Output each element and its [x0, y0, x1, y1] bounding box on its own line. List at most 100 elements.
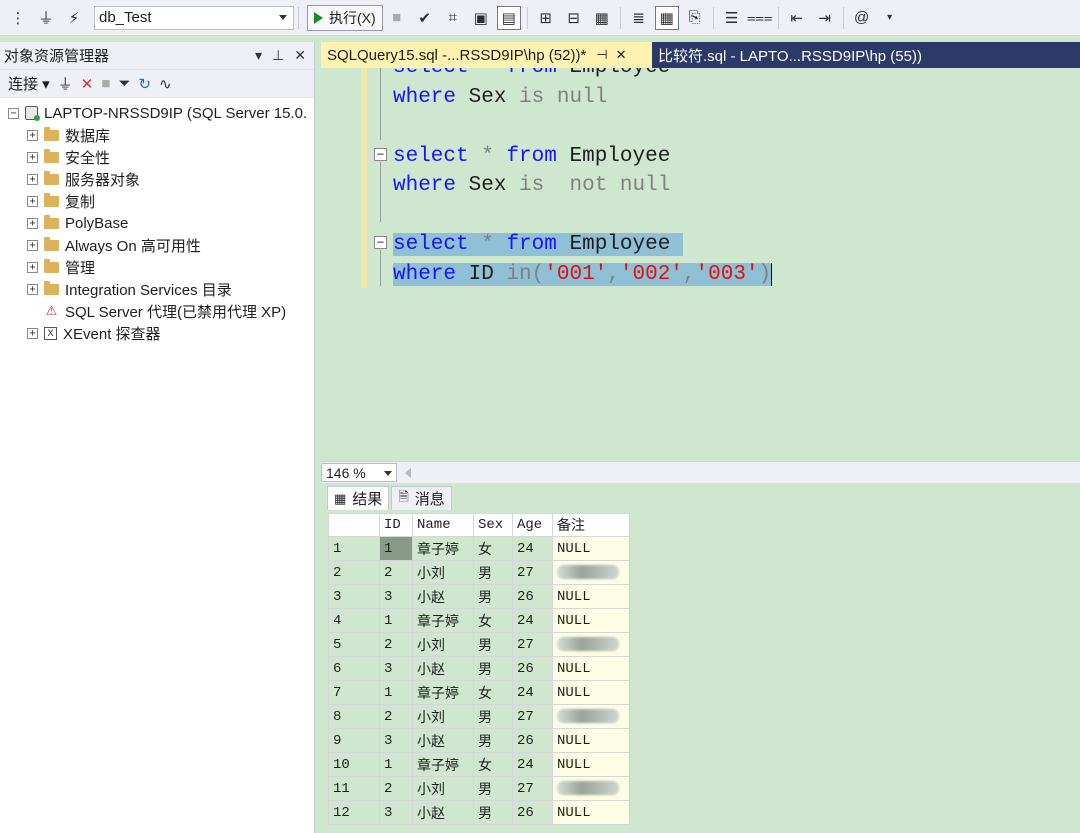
grid-cell[interactable]: NULL — [552, 800, 630, 825]
grid-cell[interactable]: 1 — [379, 752, 413, 777]
grid-cell[interactable]: 27 — [512, 704, 553, 729]
connect-plug-icon[interactable]: ⚡ — [62, 6, 86, 30]
table-row[interactable]: 10 1 章子婷女 24 NULL — [328, 752, 630, 777]
grid-cell[interactable]: 24 — [512, 752, 553, 777]
collapse-icon[interactable]: − — [8, 107, 19, 119]
column-header[interactable]: ID — [379, 513, 413, 537]
grid-cell[interactable]: 1 — [379, 680, 413, 705]
results-to-file-icon[interactable]: ▤ — [496, 5, 521, 30]
grid-cell[interactable]: 男 — [473, 704, 513, 729]
grid-cell[interactable]: 1 — [379, 608, 413, 633]
activity-monitor-icon[interactable]: ∿ — [159, 75, 172, 93]
table-row[interactable]: 11 2 小刘男 27 — [328, 776, 630, 801]
grid-cell[interactable] — [552, 632, 630, 657]
close-icon[interactable]: ✕ — [294, 47, 306, 64]
expand-icon[interactable]: + — [27, 327, 38, 339]
grid-cell[interactable]: 章子婷 — [412, 752, 474, 777]
table-row[interactable]: 5 2 小刘男 27 — [328, 632, 630, 657]
column-header[interactable]: Name — [412, 513, 474, 537]
grid-cell[interactable]: 2 — [379, 704, 413, 729]
grid-cell[interactable]: NULL — [552, 608, 630, 633]
tree-node[interactable]: + X XEvent 探查器 — [0, 322, 314, 344]
grid-cell[interactable]: 男 — [473, 656, 513, 681]
include-plan-icon[interactable]: ⊟ — [562, 6, 586, 30]
grid-cell[interactable]: 2 — [379, 632, 413, 657]
table-row[interactable]: 7 1 章子婷女 24 NULL — [328, 680, 630, 705]
row-number-cell[interactable]: 5 — [328, 632, 380, 657]
connect-button[interactable]: 连接 ▾ — [8, 73, 50, 94]
row-number-cell[interactable]: 1 — [328, 536, 380, 561]
specify-values-icon[interactable]: @ — [850, 6, 874, 30]
pin-icon[interactable]: ⊥ — [272, 47, 284, 64]
expand-icon[interactable]: + — [27, 239, 38, 251]
grid-cell[interactable]: 小刘 — [412, 632, 474, 657]
expand-icon[interactable]: + — [27, 195, 38, 207]
filter-icon[interactable]: ⏷ — [118, 75, 130, 92]
grid-cell[interactable]: 24 — [512, 536, 553, 561]
grid-cell[interactable]: 小赵 — [412, 584, 474, 609]
row-number-cell[interactable]: 3 — [328, 584, 380, 609]
decrease-indent-icon[interactable]: ⇤ — [785, 6, 809, 30]
grid-cell[interactable]: 24 — [512, 608, 553, 633]
tab-results[interactable]: ▦ 结果 — [327, 486, 390, 510]
grid-cell[interactable]: 1 — [379, 536, 413, 561]
grid-cell[interactable]: 3 — [379, 800, 413, 825]
grid-cell[interactable]: 3 — [379, 584, 413, 609]
results-to-file-save-icon[interactable]: ⎘ — [683, 6, 707, 30]
grid-cell[interactable]: 27 — [512, 632, 553, 657]
uncomment-lines-icon[interactable]: ⩶ — [747, 6, 773, 30]
table-row[interactable]: 3 3 小赵男 26 NULL — [328, 584, 630, 609]
grid-cell[interactable]: 27 — [512, 560, 553, 585]
grid-cell[interactable]: NULL — [552, 752, 630, 777]
tree-node[interactable]: + 数据库 — [0, 124, 314, 146]
refresh-icon[interactable]: ↻ — [138, 75, 151, 93]
results-grid[interactable]: ID Name Sex Age 备注 1 1 章子婷女 24 NULL 2 2 小刘男 27 3 3… — [328, 513, 630, 825]
grid-cell[interactable]: 2 — [379, 776, 413, 801]
grid-cell[interactable]: 男 — [473, 776, 513, 801]
execution-plan-icon[interactable]: ⊞ — [534, 6, 558, 30]
comment-lines-icon[interactable]: ☰ — [720, 6, 744, 30]
zoom-select[interactable]: 146 % — [321, 463, 397, 482]
grid-cell[interactable]: 男 — [473, 560, 513, 585]
grid-cell[interactable]: 小赵 — [412, 728, 474, 753]
query-editor[interactable]: − − select * from Employee where Sex is … — [321, 68, 1080, 461]
grid-cell[interactable]: NULL — [552, 680, 630, 705]
grid-cell[interactable]: 女 — [473, 536, 513, 561]
row-number-cell[interactable]: 9 — [328, 728, 380, 753]
code-area[interactable]: select * from Employee where Sex is null… — [393, 68, 773, 289]
stop-icon[interactable]: ■ — [385, 6, 409, 30]
parse-check-icon[interactable]: ✔ — [413, 6, 437, 30]
results-to-text-icon[interactable]: ≣ — [627, 6, 651, 30]
expand-icon[interactable]: + — [27, 283, 38, 295]
row-number-cell[interactable]: 11 — [328, 776, 380, 801]
row-number-cell[interactable]: 7 — [328, 680, 380, 705]
grid-cell[interactable]: NULL — [552, 584, 630, 609]
grid-cell[interactable]: 26 — [512, 656, 553, 681]
row-number-cell[interactable]: 6 — [328, 656, 380, 681]
grid-cell[interactable]: NULL — [552, 536, 630, 561]
grid-cell[interactable]: 26 — [512, 800, 553, 825]
statistics-icon[interactable]: ▦ — [590, 6, 614, 30]
expand-icon[interactable]: + — [27, 129, 38, 141]
grid-cell[interactable]: NULL — [552, 728, 630, 753]
row-number-cell[interactable]: 10 — [328, 752, 380, 777]
grid-cell[interactable]: 27 — [512, 776, 553, 801]
grid-cell[interactable]: 女 — [473, 608, 513, 633]
grid-cell[interactable]: 26 — [512, 584, 553, 609]
tree-node[interactable]: + 复制 — [0, 190, 314, 212]
expand-icon[interactable]: + — [27, 261, 38, 273]
expand-icon[interactable]: + — [27, 151, 38, 163]
grid-cell[interactable] — [552, 560, 630, 585]
table-row[interactable]: 9 3 小赵男 26 NULL — [328, 728, 630, 753]
table-row[interactable]: 4 1 章子婷女 24 NULL — [328, 608, 630, 633]
grid-cell[interactable] — [552, 776, 630, 801]
grid-cell[interactable]: 男 — [473, 632, 513, 657]
tab-messages[interactable]: 🗎 消息 — [391, 486, 452, 510]
expand-icon[interactable]: + — [27, 217, 38, 229]
grid-cell[interactable] — [552, 704, 630, 729]
collapse-icon[interactable]: − — [374, 236, 387, 249]
database-select[interactable]: db_Test — [94, 5, 294, 30]
grid-cell[interactable]: 男 — [473, 584, 513, 609]
tab-comparison[interactable]: 比较符.sql - LAPTO...RSSD9IP\hp (55)) — [652, 42, 928, 68]
grid-cell[interactable]: 小刘 — [412, 704, 474, 729]
